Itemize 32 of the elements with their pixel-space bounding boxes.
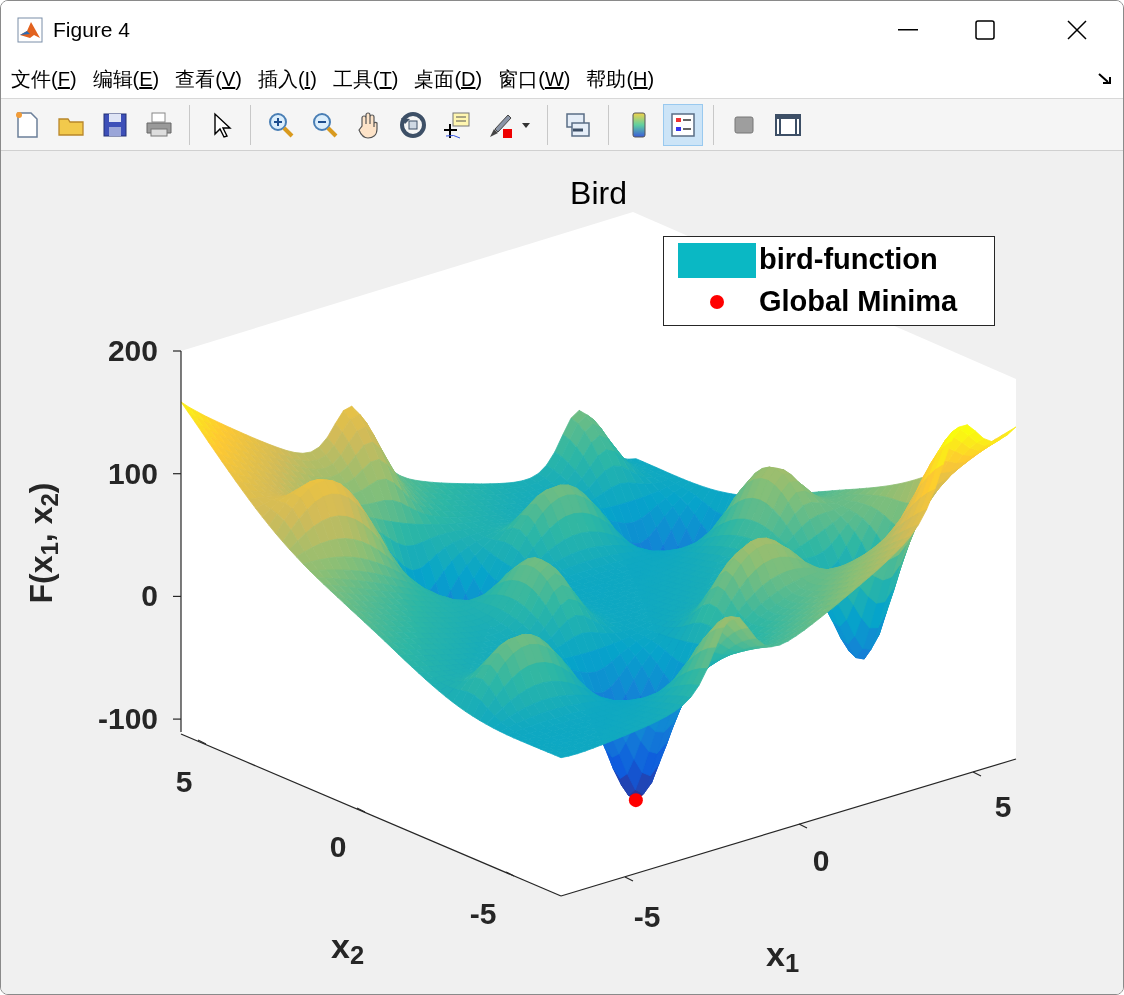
menu-item[interactable]: 桌面(D): [414, 63, 483, 94]
tick-label: -5: [633, 900, 661, 933]
menu-item[interactable]: 编辑(E): [92, 63, 160, 94]
tick-label: 0: [812, 844, 830, 877]
rotate-icon: [398, 109, 428, 140]
app-logo-icon: [17, 17, 43, 43]
minimize-icon: [898, 29, 918, 31]
menu-item[interactable]: 窗口(W): [498, 63, 571, 94]
plot-title: Bird: [569, 174, 628, 213]
tick-label: 5: [994, 790, 1012, 823]
tick-label: -100: [97, 702, 158, 736]
window-title: Figure 4: [53, 17, 131, 44]
x2-axis-label: x$_{2}$: [331, 926, 365, 972]
tick-label: 0: [329, 830, 347, 863]
tick-label: 100: [107, 456, 158, 490]
legend-label: bird-function: [759, 242, 938, 278]
maximize-icon: [975, 20, 995, 40]
tick-label: 5: [175, 765, 193, 798]
dock-arrow-icon[interactable]: [1097, 71, 1113, 86]
legend-label: Global Minima: [759, 284, 958, 320]
data-tip-icon: [442, 109, 472, 140]
menu-item[interactable]: 工具(T): [332, 63, 399, 94]
tick-label: -5: [469, 897, 497, 930]
menu-item[interactable]: 查看(V): [175, 63, 242, 94]
tick-label: 0: [141, 579, 158, 613]
menu-item[interactable]: 帮助(H): [586, 63, 655, 94]
menu-item[interactable]: 文件(F): [11, 63, 77, 94]
print-icon: [144, 109, 174, 140]
x1-axis-label: x$_{1}$: [766, 934, 800, 980]
tick-label: 200: [107, 334, 158, 367]
close-icon: [1067, 20, 1087, 40]
menu-item[interactable]: 插入(I): [257, 63, 317, 94]
